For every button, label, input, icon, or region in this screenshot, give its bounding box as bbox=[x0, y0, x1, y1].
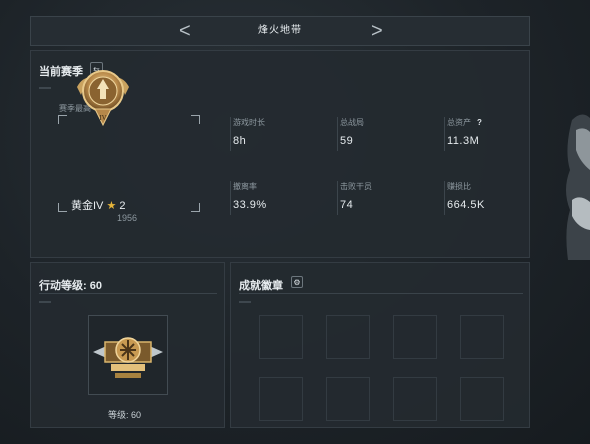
frame-corner bbox=[191, 203, 200, 212]
achievements-title: 成就徽章 bbox=[239, 280, 283, 292]
mode-selector-bar: < 烽火地带 > bbox=[30, 16, 530, 46]
badge-slot[interactable] bbox=[326, 377, 370, 421]
badge-slot[interactable] bbox=[460, 377, 504, 421]
stat-label: 总战局 bbox=[340, 118, 364, 127]
help-icon[interactable]: ? bbox=[477, 118, 482, 127]
stat-label: 总资产? bbox=[447, 117, 482, 128]
emblem-numeral: IV bbox=[99, 114, 106, 122]
rank-tier-name: 黄金IV bbox=[71, 200, 104, 212]
badge-slot[interactable] bbox=[393, 377, 437, 421]
frame-corner bbox=[58, 115, 67, 124]
rank-star-icon: ★ bbox=[106, 200, 117, 212]
stat-profit-loss-ratio: 赚损比 664.5K bbox=[447, 181, 485, 211]
badge-slot[interactable] bbox=[259, 315, 303, 359]
divider bbox=[230, 117, 231, 151]
badge-slot[interactable] bbox=[259, 377, 303, 421]
stat-label-text: 总资产 bbox=[447, 118, 471, 127]
frame-corner bbox=[191, 115, 200, 124]
divider bbox=[230, 181, 231, 215]
stat-total-assets: 总资产? 11.3M bbox=[447, 117, 482, 147]
title-rule bbox=[239, 293, 523, 294]
mode-title: 烽火地带 bbox=[258, 25, 302, 36]
title-rule bbox=[39, 293, 217, 294]
stat-label: 击败干员 bbox=[340, 182, 372, 191]
stat-label: 赚损比 bbox=[447, 182, 471, 191]
level-label: 等级: 60 bbox=[108, 410, 142, 420]
level-badge-frame bbox=[88, 315, 168, 395]
badge-slot[interactable] bbox=[460, 315, 504, 359]
profile-frame: < 烽火地带 > 当前赛季 ⇆ 赛季最高 IV 黄金IV ★ 2 1956 游戏… bbox=[30, 16, 530, 428]
stat-value: 664.5K bbox=[447, 199, 485, 211]
stat-value: 11.3M bbox=[447, 135, 480, 147]
current-season-panel: 当前赛季 ⇆ 赛季最高 IV 黄金IV ★ 2 1956 游戏时长 8h 总战局… bbox=[30, 50, 530, 258]
divider bbox=[337, 117, 338, 151]
divider bbox=[444, 117, 445, 151]
stat-label: 撤离率 bbox=[233, 182, 257, 191]
rank-tier: 黄金IV ★ 2 bbox=[71, 197, 183, 213]
level-title: 行动等级: 60 bbox=[39, 280, 102, 292]
gold-rank-emblem-icon: IV bbox=[77, 70, 129, 127]
stat-value: 33.9% bbox=[233, 199, 267, 211]
rank-star-count: 2 bbox=[119, 200, 126, 212]
stat-play-time: 游戏时长 8h bbox=[233, 117, 265, 147]
frame-corner bbox=[58, 203, 67, 212]
stat-total-matches: 总战局 59 bbox=[340, 117, 364, 147]
stat-value: 74 bbox=[340, 199, 354, 211]
settings-gear-icon[interactable]: ⚙ bbox=[291, 276, 303, 288]
title-underline bbox=[239, 301, 251, 303]
stat-extraction-rate: 撤离率 33.9% bbox=[233, 181, 267, 211]
level-emblem-icon bbox=[93, 337, 163, 378]
badge-slot[interactable] bbox=[326, 315, 370, 359]
stat-operators-defeated: 击败干员 74 bbox=[340, 181, 372, 211]
title-underline bbox=[39, 87, 51, 89]
achievement-badges-panel: 成就徽章 ⚙ bbox=[230, 262, 530, 428]
stat-value: 59 bbox=[340, 135, 354, 147]
stat-label: 游戏时长 bbox=[233, 118, 265, 127]
rank-points: 1956 bbox=[117, 213, 138, 223]
divider bbox=[337, 181, 338, 215]
operation-level-panel: 行动等级: 60 等级: 60 bbox=[30, 262, 225, 428]
title-underline bbox=[39, 301, 51, 303]
operator-figure-edge bbox=[566, 114, 590, 260]
divider bbox=[444, 181, 445, 215]
stat-value: 8h bbox=[233, 135, 247, 147]
badge-slot[interactable] bbox=[393, 315, 437, 359]
next-mode-button[interactable]: > bbox=[371, 20, 383, 42]
